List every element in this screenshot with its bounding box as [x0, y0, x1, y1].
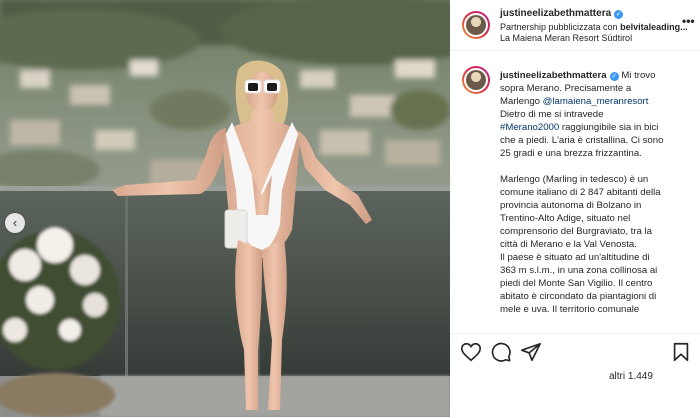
more-icon[interactable]: ••• [682, 14, 695, 28]
avatar[interactable] [462, 11, 490, 39]
verified-icon: ✓ [609, 72, 619, 81]
mention-link[interactable]: @lamaiena_meranresort [543, 96, 649, 107]
caption-line: 25 gradi e una brezza frizzantina. [500, 147, 690, 160]
caption-text: sopra Merano. Precisamente a [500, 83, 632, 94]
caption-line: comprensorio del Burgraviato, tra la [500, 225, 690, 238]
caption-line: Il paese è situato ad un'altitudine di [500, 251, 690, 264]
location-link[interactable]: La Maiena Meran Resort Südtirol [500, 33, 632, 43]
caption-text: Mi trovo [621, 70, 656, 81]
caption-text: Il paese è situato ad un'altitudine di [500, 252, 650, 263]
caption-text: abitato è circondato da piantagioni di [500, 291, 657, 302]
caption-line: città di Merano e la Val Venosta. [500, 238, 690, 251]
post-photo: ‹ [0, 0, 450, 417]
post-image [0, 0, 450, 417]
caption-text: provincia autonoma di Bolzano in [500, 200, 642, 211]
comment-icon[interactable] [490, 341, 512, 363]
caption-text: comune italiano di 2 847 abitanti della [500, 187, 661, 198]
caption-text: che a piedi. L'aria è cristallina. Ci so… [500, 135, 664, 146]
hashtag-link[interactable]: #Merano2000 [500, 122, 559, 133]
likes-count[interactable]: altri 1.449 [609, 371, 653, 382]
caption-line: Marlengo (Marling in tedesco) è un [500, 173, 690, 186]
paid-partnership: Partnership pubblicizzata con belvitalea… [500, 22, 688, 32]
caption-text: città di Merano e la Val Venosta. [500, 239, 637, 250]
caption-line: sopra Merano. Precisamente a [500, 82, 690, 95]
caption-line: comune italiano di 2 847 abitanti della [500, 186, 690, 199]
caption-line: justineelizabethmattera ✓ Mi trovo [500, 69, 690, 82]
caption-line: Trentino-Alto Adige, situato nel [500, 212, 690, 225]
previous-photo-button[interactable]: ‹ [5, 213, 25, 233]
caption-username[interactable]: justineelizabethmattera [500, 70, 607, 81]
heart-icon[interactable] [460, 341, 482, 363]
caption-text: Marlengo [500, 96, 543, 107]
partnership-label: Partnership pubblicizzata con [500, 22, 621, 32]
caption-line: mele e uva. Il territorio comunale [500, 303, 690, 316]
caption-text: raggiungibile sia in bici [559, 122, 659, 133]
caption-line: abitato è circondato da piantagioni di [500, 290, 690, 303]
post-side-panel: justineelizabethmattera ✓ Partnership pub… [450, 0, 700, 417]
post-caption: justineelizabethmattera ✓ Mi trovo sopra … [500, 69, 690, 316]
bookmark-icon[interactable] [670, 341, 692, 363]
caption-text: comprensorio del Burgraviato, tra la [500, 226, 652, 237]
caption-line: 363 m s.l.m., in una zona collinosa ai [500, 264, 690, 277]
caption-text: Marlengo (Marling in tedesco) è un [500, 174, 649, 185]
post-header: justineelizabethmattera ✓ Partnership pub… [450, 0, 700, 51]
caption-text: Trentino-Alto Adige, situato nel [500, 213, 631, 224]
username-link[interactable]: justineelizabethmattera [500, 8, 611, 19]
caption-line: Marlengo @lamaiena_meranresort [500, 95, 690, 108]
caption-line: #Merano2000 raggiungibile sia in bici [500, 121, 690, 134]
header-username[interactable]: justineelizabethmattera ✓ [500, 8, 624, 19]
caption-avatar[interactable] [462, 66, 490, 94]
caption-line: che a piedi. L'aria è cristallina. Ci so… [500, 134, 690, 147]
post-actions: altri 1.449 [450, 333, 700, 418]
caption-line: provincia autonoma di Bolzano in [500, 199, 690, 212]
caption-area: justineelizabethmattera ✓ Mi trovo sopra … [450, 58, 700, 330]
caption-line: Dietro di me si intravede [500, 108, 690, 121]
caption-text: 363 m s.l.m., in una zona collinosa ai [500, 265, 658, 276]
caption-text: Dietro di me si intravede [500, 109, 604, 120]
partner-link[interactable]: belvitaleading... [620, 22, 688, 32]
chevron-left-icon: ‹ [12, 215, 18, 230]
verified-icon: ✓ [614, 10, 624, 19]
caption-text: mele e uva. Il territorio comunale [500, 304, 640, 315]
caption-line: piedi del Monte San Vigilio. Il centro [500, 277, 690, 290]
caption-text: 25 gradi e una brezza frizzantina. [500, 148, 642, 159]
caption-text: piedi del Monte San Vigilio. Il centro [500, 278, 653, 289]
share-icon[interactable] [520, 341, 542, 363]
